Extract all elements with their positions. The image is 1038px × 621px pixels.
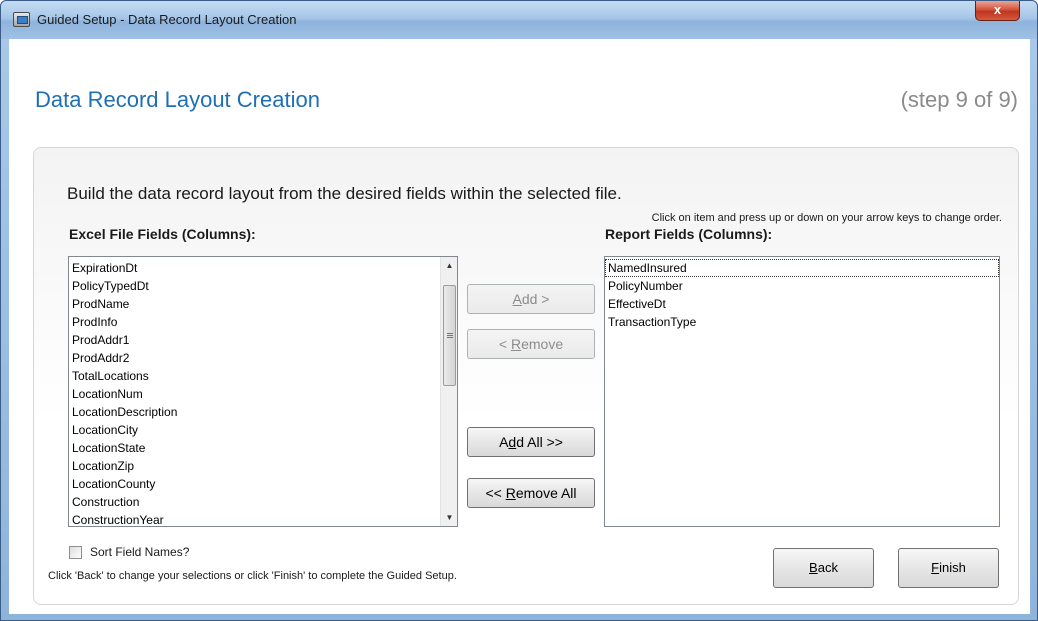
list-item[interactable]: ProdInfo [69,313,457,331]
add-button[interactable]: Add > [467,284,595,314]
list-item[interactable]: NamedInsured [605,259,999,277]
excel-fields-list[interactable]: ExpirationDt PolicyTypedDt ProdName ProdInf… [68,256,458,527]
sort-field-names-checkbox[interactable] [69,546,82,559]
step-indicator: (step 9 of 9) [900,87,1018,112]
title-bar[interactable]: Guided Setup - Data Record Layout Creati… [1,1,1037,39]
remove-all-button-label: << Remove All [485,485,577,501]
list-item[interactable]: LocationNum [69,385,457,403]
remove-all-button[interactable]: << Remove All [467,478,595,508]
list-item[interactable]: ProdAddr2 [69,349,457,367]
list-item[interactable]: LocationCity [69,421,457,439]
remove-button-label: < Remove [498,336,564,352]
instruction-text: Build the data record layout from the de… [67,184,622,203]
footer-instruction: Click 'Back' to change your selections o… [48,570,457,582]
scroll-down-arrow-icon[interactable]: ▼ [441,509,457,526]
content-panel: Build the data record layout from the de… [33,147,1019,605]
dialog-window: Guided Setup - Data Record Layout Creati… [0,0,1038,621]
add-button-label: Add > [512,291,550,307]
list-item[interactable]: LocationDescription [69,403,457,421]
list-item[interactable]: EffectiveDt [605,295,999,313]
list-item[interactable]: ExpirationDt [69,259,457,277]
add-all-button[interactable]: Add All >> [467,427,595,457]
report-fields-label: Report Fields (Columns): [605,226,773,242]
add-all-button-label: Add All >> [499,434,563,450]
list-item[interactable]: LocationState [69,439,457,457]
excel-fields-label: Excel File Fields (Columns): [69,226,256,242]
excel-fields-scrollbar[interactable]: ▲ ▼ [440,257,457,526]
scroll-thumb[interactable] [443,285,456,386]
list-item[interactable]: ConstructionYear [69,511,457,526]
page-title: Data Record Layout Creation [35,87,320,112]
scroll-up-arrow-icon[interactable]: ▲ [441,257,457,274]
list-item[interactable]: ProdAddr1 [69,331,457,349]
remove-button[interactable]: < Remove [467,329,595,359]
back-button[interactable]: Back [773,548,874,588]
client-area: Data Record Layout Creation (step 9 of 9… [9,39,1030,614]
order-hint: Click on item and press up or down on yo… [651,212,1002,224]
finish-button[interactable]: Finish [898,548,999,588]
list-item[interactable]: LocationZip [69,457,457,475]
list-item[interactable]: TotalLocations [69,367,457,385]
close-button[interactable]: x [975,1,1020,21]
list-item[interactable]: TransactionType [605,313,999,331]
back-button-label: Back [809,560,838,575]
list-item[interactable]: LocationCounty [69,475,457,493]
app-icon [13,12,30,27]
window-title: Guided Setup - Data Record Layout Creati… [37,12,297,27]
finish-button-label: Finish [931,560,966,575]
list-item[interactable]: Construction [69,493,457,511]
list-item[interactable]: PolicyTypedDt [69,277,457,295]
report-fields-list[interactable]: NamedInsured PolicyNumber EffectiveDt Trans… [604,256,1000,527]
list-item[interactable]: PolicyNumber [605,277,999,295]
list-item[interactable]: ProdName [69,295,457,313]
sort-field-names-label: Sort Field Names? [90,545,190,559]
